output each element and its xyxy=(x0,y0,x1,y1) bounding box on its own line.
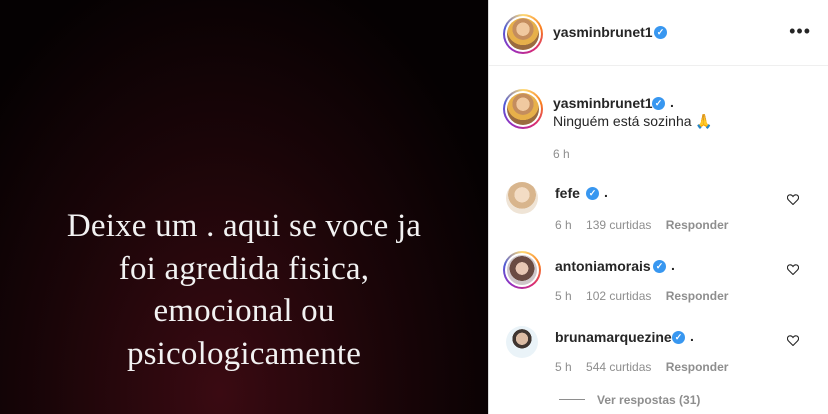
comment-username[interactable]: fefe xyxy=(555,185,580,201)
replies-divider xyxy=(559,399,585,400)
comment-dot: . xyxy=(604,184,608,200)
comment-time: 5 h xyxy=(555,289,572,303)
reply-button[interactable]: Responder xyxy=(666,289,729,303)
comment-likes[interactable]: 544 curtidas xyxy=(586,360,651,374)
caption-meta: 6 h xyxy=(553,147,581,161)
avatar-image xyxy=(507,255,537,285)
post-header: yasminbrunet1 ✓ ••• xyxy=(489,0,828,66)
post-text-line: psicologicamente xyxy=(126,335,362,372)
comment-avatar[interactable] xyxy=(506,326,538,358)
verified-badge-icon: ✓ xyxy=(653,260,666,273)
heart-icon[interactable] xyxy=(787,264,799,275)
header-avatar[interactable] xyxy=(503,14,543,54)
verified-badge-icon: ✓ xyxy=(672,331,685,344)
comment-meta: 6 h 139 curtidas Responder xyxy=(555,218,739,232)
comment-time: 5 h xyxy=(555,360,572,374)
comment-avatar[interactable] xyxy=(506,182,538,214)
verified-badge-icon: ✓ xyxy=(652,97,665,110)
heart-icon[interactable] xyxy=(787,194,799,205)
reply-button[interactable]: Responder xyxy=(666,360,729,374)
comment-username[interactable]: brunamarquezine xyxy=(555,329,672,345)
avatar-image xyxy=(507,18,539,50)
heart-icon[interactable] xyxy=(787,335,799,346)
verified-badge-icon: ✓ xyxy=(654,26,667,39)
reply-button[interactable]: Responder xyxy=(666,218,729,232)
post-image: Deixe um . aqui se voce ja foi agredida … xyxy=(0,0,488,414)
comment-meta: 5 h 102 curtidas Responder xyxy=(555,289,739,303)
comment-username[interactable]: antoniamorais xyxy=(555,258,651,274)
post-image-text: Deixe um . aqui se voce ja foi agredida … xyxy=(0,205,488,375)
comment-time: 6 h xyxy=(555,218,572,232)
header-username[interactable]: yasminbrunet1 xyxy=(553,24,653,40)
post-text-line: emocional ou xyxy=(153,293,335,329)
post-text-line: Deixe um . aqui se voce ja xyxy=(66,208,422,244)
caption-dot: . xyxy=(670,94,674,110)
view-replies-button[interactable]: Ver respostas (31) xyxy=(597,393,700,407)
avatar-image xyxy=(507,93,539,125)
comment-dot: . xyxy=(690,328,694,344)
post-sidebar: yasminbrunet1 ✓ ••• yasminbrunet1 ✓ . Ni… xyxy=(488,0,828,414)
verified-badge-icon: ✓ xyxy=(586,187,599,200)
comment-dot: . xyxy=(671,257,675,273)
post-text-line: foi agredida fisica, xyxy=(118,250,370,287)
caption-username[interactable]: yasminbrunet1 xyxy=(553,95,653,111)
comment-meta: 5 h 544 curtidas Responder xyxy=(555,360,739,374)
caption-time: 6 h xyxy=(553,147,570,161)
comment-likes[interactable]: 139 curtidas xyxy=(586,218,651,232)
caption-text: Ninguém está sozinha 🙏 xyxy=(553,113,713,129)
more-options-icon[interactable]: ••• xyxy=(789,22,811,40)
comment-likes[interactable]: 102 curtidas xyxy=(586,289,651,303)
caption-avatar[interactable] xyxy=(503,89,543,129)
comment-avatar[interactable] xyxy=(503,251,541,289)
